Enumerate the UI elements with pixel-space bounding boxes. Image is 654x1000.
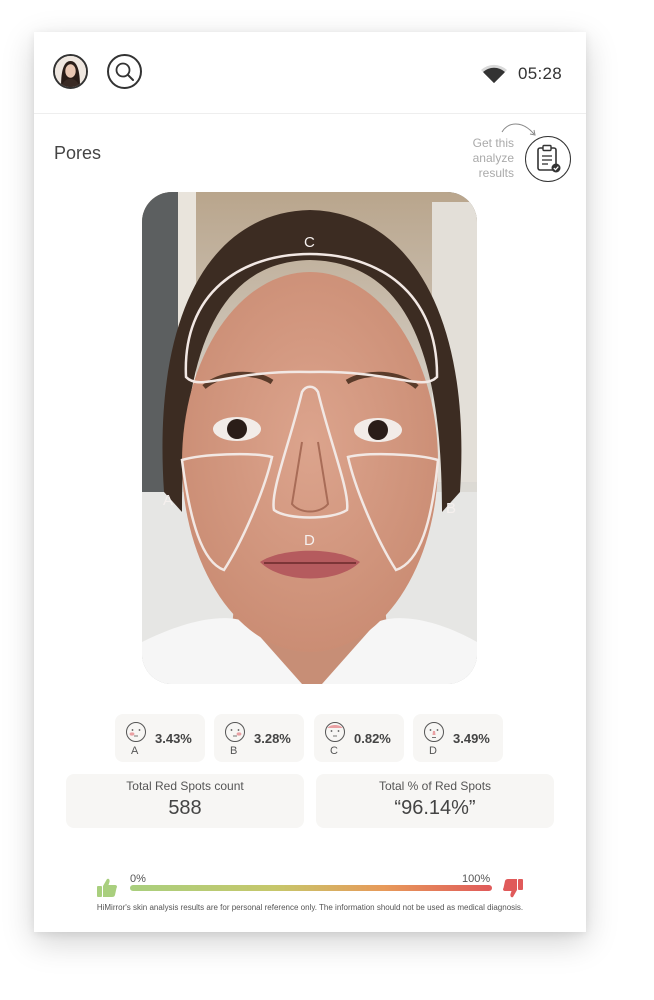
zone-letter: D [429, 745, 437, 757]
avatar[interactable] [53, 54, 88, 89]
clipboard-check-icon [537, 144, 561, 173]
scale-min-label: 0% [130, 873, 146, 885]
zone-letter: C [330, 745, 338, 757]
severity-scale-bar [130, 885, 492, 891]
search-button[interactable] [107, 54, 142, 89]
get-results-text[interactable]: Get this analyze results [454, 136, 514, 181]
zone-letter: A [131, 745, 139, 757]
total-percent-label: Total % of Red Spots [378, 779, 492, 793]
page-title: Pores [54, 143, 102, 163]
face-zone-d-icon [424, 722, 444, 742]
face-zone-b-icon [225, 722, 245, 742]
total-percent-value: “96.14%” [394, 797, 476, 819]
face-zone-c-icon [325, 722, 345, 742]
zone-value: 0.82% [354, 730, 391, 746]
total-percent-box: Total % of Red Spots “96.14%” [316, 774, 554, 828]
zone-chip-c[interactable]: C 0.82% [314, 714, 404, 762]
zone-label-a: A [163, 492, 174, 509]
zone-value: 3.28% [254, 730, 291, 746]
zone-chip-d[interactable]: D 3.49% [413, 714, 503, 762]
zone-chip-b[interactable]: B 3.28% [214, 714, 304, 762]
wifi-icon [481, 64, 507, 83]
zone-label-b: B [446, 500, 457, 517]
zone-label-d: D [304, 532, 315, 549]
zone-label-c: C [304, 234, 315, 251]
face-photo: C A B D [142, 192, 477, 684]
face-zone-a-icon [126, 722, 146, 742]
thumbs-up-icon [97, 878, 117, 897]
search-icon [115, 62, 134, 81]
total-count-value: 588 [168, 797, 202, 819]
top-bar: 05:28 [34, 32, 586, 114]
total-count-label: Total Red Spots count [126, 779, 244, 793]
analysis-card: 05:28 Pores Get this analyze results C A… [34, 32, 586, 932]
disclaimer-text: HiMirror's skin analysis results are for… [96, 903, 524, 912]
total-count-box: Total Red Spots count 588 [66, 774, 304, 828]
clock-time: 05:28 [518, 64, 563, 83]
zone-value: 3.49% [453, 730, 490, 746]
zone-chip-a[interactable]: A 3.43% [115, 714, 205, 762]
zone-value: 3.43% [155, 730, 192, 746]
zone-letter: B [230, 745, 238, 757]
scale-max-label: 100% [462, 873, 491, 885]
thumbs-down-icon [503, 879, 523, 898]
get-results-button[interactable] [525, 136, 571, 182]
